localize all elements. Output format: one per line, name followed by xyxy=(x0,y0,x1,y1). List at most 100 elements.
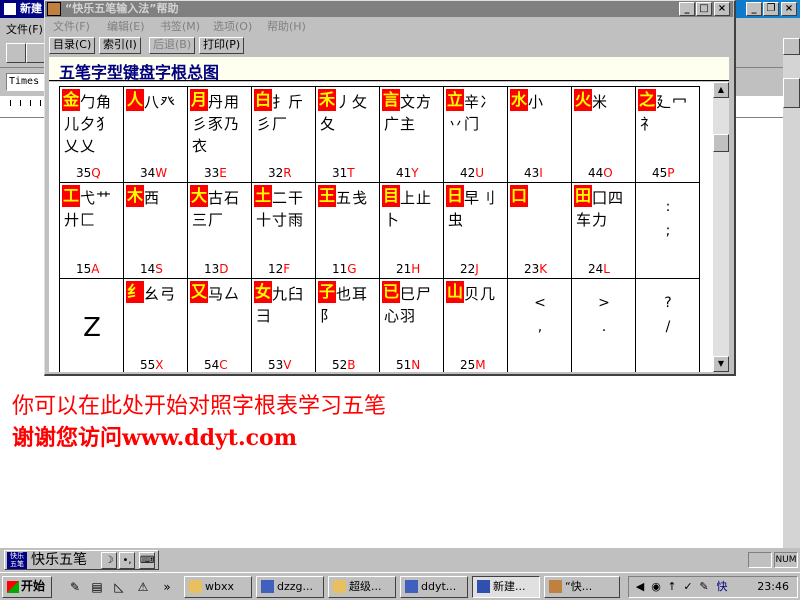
font-name-field[interactable]: Times xyxy=(6,73,46,91)
key-cell: 由贝几山 25M xyxy=(443,278,508,372)
task-dzzg[interactable]: dzzg... xyxy=(256,576,324,598)
help-scroll-thumb[interactable] xyxy=(713,134,729,152)
new-document-icon[interactable] xyxy=(6,43,26,63)
help-scroll-down-button[interactable]: ▼ xyxy=(713,356,729,372)
key-code: 34W xyxy=(140,167,167,180)
keyboard-root-chart: 钅勹角儿夕犭乂乂金 35Q 亻八癶人 34W 目丹用彡豕乃衣月 33E 手扌斤彡厂白 32R 竹… xyxy=(59,86,700,372)
key-main-root: 金 xyxy=(62,89,80,111)
network-icon[interactable]: ◉ xyxy=(649,580,663,594)
keyboard-row: 戈弋艹廾匚工 15A 丁西木 14S 犬古石三厂大 13D 士二干十寸雨土 12F 一五戋王 11… xyxy=(59,182,700,279)
key-main-root: 水 xyxy=(510,89,528,111)
key-cell: 匕幺弓纟 55X xyxy=(123,278,188,372)
task-new-document[interactable]: 新建... xyxy=(472,576,540,598)
help-menu-bar: 文件(F) 编辑(E) 书签(M) 选项(O) 帮助(H) xyxy=(45,17,733,35)
keyboard-icon[interactable]: ⌨ xyxy=(139,552,155,569)
key-number: 23 xyxy=(524,262,540,276)
task-label: “快... xyxy=(565,580,593,593)
folder-icon xyxy=(189,580,202,593)
status-bar: 快乐五笔 快乐五笔 ☽ •, ⌨ NUM xyxy=(0,548,800,572)
restore-button[interactable]: ❐ xyxy=(763,2,779,16)
key-cell: 丁西木 14S xyxy=(123,182,188,279)
task-super[interactable]: 超级... xyxy=(328,576,396,598)
key-code: 21H xyxy=(396,263,420,276)
key-main-root: 木 xyxy=(126,185,144,207)
key-letter: M xyxy=(475,358,486,372)
back-button[interactable]: 后退(B) xyxy=(149,37,196,54)
key-letter: T xyxy=(347,166,355,180)
editor-vertical-scrollbar[interactable] xyxy=(783,38,800,558)
key-cell: 己巳尸心羽已 51N xyxy=(379,278,444,372)
task-ddyt[interactable]: ddyt... xyxy=(400,576,468,598)
paint-icon[interactable]: ✓ xyxy=(681,580,695,594)
ime-name[interactable]: 快乐五笔 xyxy=(31,552,87,569)
key-letter: F xyxy=(283,262,291,276)
help-menu-bookmark[interactable]: 书签(M) xyxy=(160,18,200,34)
key-main-root: 山 xyxy=(446,281,464,303)
open-folder-icon[interactable] xyxy=(26,43,46,63)
help-menu-edit[interactable]: 编辑(E) xyxy=(107,18,145,34)
key-number: 53 xyxy=(268,358,284,372)
key-main-root: 言 xyxy=(382,89,400,111)
key-number: 45 xyxy=(652,166,668,180)
key-cell: 氵小水 43I xyxy=(507,86,572,183)
key-letter: P xyxy=(667,166,675,180)
key-number: 12 xyxy=(268,262,284,276)
editor-title: 新建 xyxy=(20,2,42,15)
document-icon xyxy=(3,2,17,16)
menu-file[interactable]: 文件(F) xyxy=(6,21,43,37)
punctuation-icon[interactable]: •, xyxy=(119,552,135,569)
key-cell: 巴马厶又 54C xyxy=(187,278,252,372)
key-letter: J xyxy=(475,262,479,276)
task-wbxx[interactable]: wbxx xyxy=(184,576,252,598)
notepad-icon[interactable]: ▤ xyxy=(88,578,106,596)
key-letter: D xyxy=(219,262,229,276)
start-button[interactable]: 开始 xyxy=(2,576,52,598)
help-vertical-scrollbar[interactable]: ▲ ▼ xyxy=(713,82,729,372)
help-maximize-button[interactable]: □ xyxy=(696,2,712,16)
chevron-right-icon[interactable]: » xyxy=(158,578,176,596)
help-menu-help[interactable]: 帮助(H) xyxy=(267,18,306,34)
tray-arrow-icon[interactable]: ↑ xyxy=(665,580,679,594)
keyboard-row: Z 匕幺弓纟 55X 巴马厶又 54C 刀九臼彐女 53V 了也耳阝子 52B 己巳尸心羽已 51N… xyxy=(59,278,700,372)
key-number: 11 xyxy=(332,262,348,276)
key-main-root: 月 xyxy=(190,89,208,111)
close-button[interactable]: × xyxy=(781,2,797,16)
help-heading: 五笔字型键盘字根总图 xyxy=(59,63,220,82)
minimize-button[interactable]: _ xyxy=(746,2,762,16)
help-minimize-button[interactable]: _ xyxy=(679,2,695,16)
key-letter: I xyxy=(539,166,543,180)
status-cell xyxy=(748,552,772,568)
key-code: 53V xyxy=(268,359,292,372)
tools-icon[interactable]: ✎ xyxy=(697,580,711,594)
scroll-thumb[interactable] xyxy=(783,78,800,108)
help-menu-options[interactable]: 选项(O) xyxy=(213,18,252,34)
help-close-button[interactable]: × xyxy=(714,2,730,16)
ime-tray-icon[interactable]: 快 xyxy=(715,580,729,594)
help-title-bar: “快乐五笔输入法”帮助 _ □ × xyxy=(45,1,733,17)
ime-logo[interactable]: 快乐五笔 xyxy=(7,552,27,569)
ime-status-bar[interactable]: 快乐五笔 快乐五笔 ☽ •, ⌨ xyxy=(4,550,159,570)
key-code: 54C xyxy=(204,359,228,372)
start-label: 开始 xyxy=(21,579,46,593)
warning-icon[interactable]: ⚠ xyxy=(134,578,152,596)
help-scroll-up-button[interactable]: ▲ xyxy=(713,82,729,98)
speaker-icon[interactable]: ◀ xyxy=(633,580,647,594)
key-cell: 川口23K xyxy=(507,182,572,279)
key-code: 43I xyxy=(524,167,543,180)
pen-icon[interactable]: ✎ xyxy=(66,578,84,596)
triangle-ruler-icon[interactable]: ◺ xyxy=(110,578,128,596)
key-cell: Z xyxy=(59,278,124,372)
task-help[interactable]: “快... xyxy=(544,576,620,598)
scroll-up-button[interactable] xyxy=(783,38,800,55)
help-menu-file[interactable]: 文件(F) xyxy=(53,18,90,34)
contents-button[interactable]: 目录(C) xyxy=(49,37,96,54)
print-button[interactable]: 打印(P) xyxy=(199,37,245,54)
key-code: 22J xyxy=(460,263,479,276)
key-main-root: 田 xyxy=(574,185,592,207)
key-number: 41 xyxy=(396,166,412,180)
key-main-root: 王 xyxy=(318,185,336,207)
key-code: 52B xyxy=(332,359,356,372)
key-code: 24L xyxy=(588,263,610,276)
index-button[interactable]: 索引(I) xyxy=(99,37,141,54)
moon-icon[interactable]: ☽ xyxy=(101,552,117,569)
